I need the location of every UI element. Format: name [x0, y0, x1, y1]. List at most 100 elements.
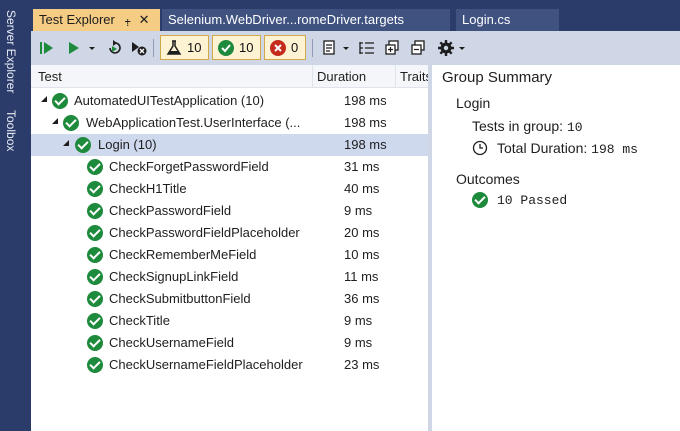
collapse-all-icon: [411, 40, 425, 55]
settings-button[interactable]: [437, 37, 455, 59]
server-explorer-tab[interactable]: Server Explorer: [4, 10, 18, 93]
expanded-triangle-icon[interactable]: [62, 139, 70, 147]
tests-in-group-label: Tests in group:: [472, 118, 564, 134]
flask-icon: [166, 39, 182, 55]
tree-row-namespace[interactable]: WebApplicationTest.UserInterface (... 19…: [31, 112, 428, 134]
chevron-down-icon: [89, 47, 95, 50]
cancel-run-icon: [132, 42, 147, 56]
total-duration-label: Total Duration:: [497, 140, 588, 156]
passed-icon: [87, 225, 103, 241]
toolbar-separator: [312, 39, 313, 57]
document-tab-bar: Test Explorer ⨥ ✕ Selenium.WebDriver...r…: [31, 0, 680, 31]
passed-icon: [87, 357, 103, 373]
summary-group-name: Login: [456, 95, 491, 111]
test-name: CheckTitle: [109, 313, 170, 328]
group-by-button[interactable]: [357, 37, 377, 59]
settings-dropdown-button[interactable]: [457, 37, 467, 59]
run-all-button[interactable]: [38, 37, 56, 59]
playlist-dropdown-button[interactable]: [341, 37, 351, 59]
clock-icon: [472, 140, 488, 156]
column-divider[interactable]: [395, 65, 396, 87]
tests-in-group-value: 10: [566, 120, 583, 135]
test-row[interactable]: CheckPasswordFieldPlaceholder 20 ms: [31, 222, 428, 244]
column-divider[interactable]: [312, 65, 313, 87]
test-duration: 20 ms: [344, 225, 380, 240]
tab-test-explorer[interactable]: Test Explorer ⨥ ✕: [33, 9, 160, 31]
test-duration: 23 ms: [344, 357, 380, 372]
group-summary-pane: Group Summary Login Tests in group: 10 T…: [432, 65, 680, 431]
expanded-triangle-icon[interactable]: [40, 95, 48, 103]
tree-row-group-duration: 198 ms: [344, 137, 387, 152]
test-duration: 11 ms: [344, 269, 379, 284]
test-name: CheckUsernameField: [109, 335, 234, 350]
test-tree-pane: Test Duration Traits AutomatedUITestAppl…: [31, 65, 432, 431]
tree-row-project-name: AutomatedUITestApplication (10): [74, 93, 265, 108]
test-duration: 10 ms: [344, 247, 380, 262]
run-icon: [69, 42, 79, 54]
test-row[interactable]: CheckPasswordField 9 ms: [31, 200, 428, 222]
test-name: CheckUsernameFieldPlaceholder: [109, 357, 303, 372]
tree-row-project-duration: 198 ms: [344, 93, 387, 108]
passed-icon: [87, 203, 103, 219]
passed-icon: [472, 192, 488, 208]
failed-tests-filter[interactable]: 0: [264, 35, 306, 60]
outcome-passed[interactable]: 10 Passed: [497, 193, 567, 208]
test-duration: 36 ms: [344, 291, 380, 306]
total-tests-filter[interactable]: 10: [160, 35, 209, 60]
repeat-last-run-button[interactable]: [105, 37, 125, 59]
passed-icon: [52, 93, 68, 109]
collapse-all-button[interactable]: [409, 37, 427, 59]
tab-login-cs[interactable]: Login.cs: [456, 9, 559, 31]
test-row[interactable]: CheckTitle 9 ms: [31, 310, 428, 332]
test-name: CheckSubmitbuttonField: [109, 291, 251, 306]
close-icon[interactable]: ✕: [139, 12, 150, 27]
playlist-button[interactable]: [321, 37, 339, 59]
test-name: CheckPasswordFieldPlaceholder: [109, 225, 300, 240]
run-button[interactable]: [65, 37, 83, 59]
run-dropdown-button[interactable]: [87, 37, 97, 59]
expand-all-button[interactable]: [383, 37, 401, 59]
test-duration: 40 ms: [344, 181, 380, 196]
tab-test-explorer-label: Test Explorer: [39, 12, 115, 27]
test-row[interactable]: CheckRememberMeField 10 ms: [31, 244, 428, 266]
expanded-triangle-icon[interactable]: [51, 117, 59, 125]
cancel-run-button[interactable]: [129, 37, 149, 59]
test-row[interactable]: CheckForgetPasswordField 31 ms: [31, 156, 428, 178]
passed-icon: [75, 137, 91, 153]
tab-selenium-targets[interactable]: Selenium.WebDriver...romeDriver.targets: [162, 9, 450, 31]
passed-tests-filter[interactable]: 10: [212, 35, 261, 60]
test-name: CheckRememberMeField: [109, 247, 257, 262]
passed-icon: [87, 313, 103, 329]
passed-icon: [63, 115, 79, 131]
test-row[interactable]: CheckSignupLinkField 11 ms: [31, 266, 428, 288]
passed-icon: [87, 159, 103, 175]
failed-icon: [270, 39, 286, 56]
passed-icon: [87, 181, 103, 197]
side-tool-strip: Server Explorer Toolbox: [0, 0, 31, 431]
tree-row-group-selected[interactable]: Login (10) 198 ms: [31, 134, 428, 156]
toolbox-tab[interactable]: Toolbox: [4, 110, 18, 151]
chevron-down-icon: [459, 47, 465, 50]
test-row[interactable]: CheckSubmitbuttonField 36 ms: [31, 288, 428, 310]
test-name: CheckForgetPasswordField: [109, 159, 269, 174]
passed-tests-count: 10: [239, 40, 254, 55]
total-duration-row: Total Duration: 198 ms: [497, 140, 638, 157]
test-row[interactable]: CheckUsernameFieldPlaceholder 23 ms: [31, 354, 428, 376]
pin-icon[interactable]: ⨥: [125, 15, 131, 27]
chevron-down-icon: [343, 47, 349, 50]
tree-row-project[interactable]: AutomatedUITestApplication (10) 198 ms: [31, 90, 428, 112]
passed-icon: [87, 291, 103, 307]
column-header-duration[interactable]: Duration: [317, 69, 366, 84]
total-duration-value: 198 ms: [591, 142, 638, 157]
tree-row-namespace-duration: 198 ms: [344, 115, 387, 130]
tab-login-cs-label: Login.cs: [462, 12, 511, 27]
passed-icon: [87, 335, 103, 351]
test-row[interactable]: CheckUsernameField 9 ms: [31, 332, 428, 354]
run-all-icon: [40, 42, 53, 54]
test-name: CheckH1Title: [109, 181, 187, 196]
test-row[interactable]: CheckH1Title 40 ms: [31, 178, 428, 200]
test-tree-header: Test Duration Traits: [31, 65, 432, 88]
test-explorer-toolbar: 10 10 0: [31, 31, 680, 65]
gear-icon: [438, 40, 454, 56]
column-header-test[interactable]: Test: [38, 69, 62, 84]
